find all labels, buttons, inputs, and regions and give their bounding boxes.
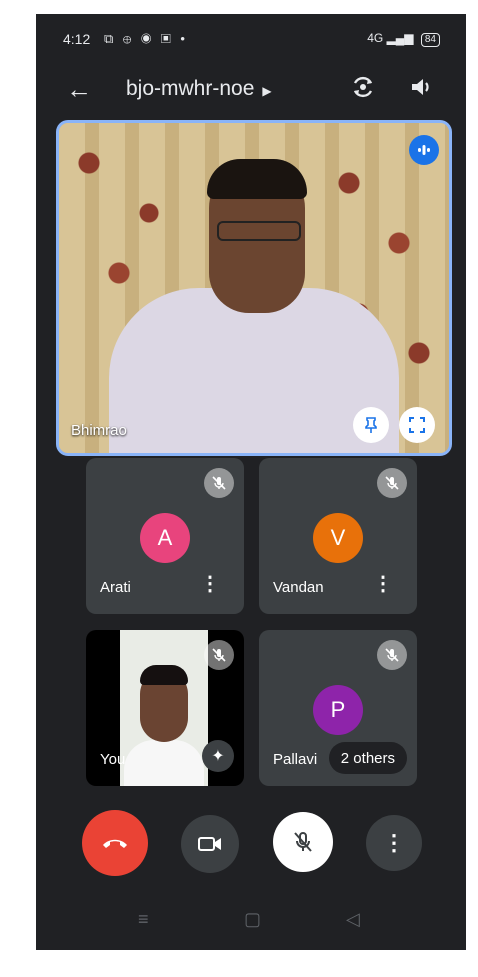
recents-icon[interactable]: ≡: [138, 909, 149, 930]
mic-off-icon: [204, 640, 234, 670]
microphone-button[interactable]: [273, 812, 333, 872]
speaker-icon[interactable]: [408, 74, 434, 100]
notification-icons: ⧉ ⊕ ◉ ▣ •: [104, 31, 188, 46]
avatar: P: [313, 685, 363, 735]
speaker-hair: [207, 159, 307, 199]
hang-up-icon: [103, 839, 127, 848]
status-bar: 4:12 ⧉ ⊕ ◉ ▣ • 4G ▂▄▆ 84: [36, 28, 466, 52]
fullscreen-button[interactable]: [399, 407, 435, 443]
back-arrow-icon[interactable]: ←: [66, 74, 92, 105]
participant-name: Vandan: [273, 579, 324, 596]
avatar: V: [313, 513, 363, 563]
mic-off-icon: [294, 832, 312, 852]
speaking-indicator-icon: [409, 135, 439, 165]
more-options-icon[interactable]: ⋮: [200, 571, 220, 596]
switch-camera-icon[interactable]: [350, 74, 376, 100]
network-label: 4G: [367, 31, 384, 45]
mic-off-icon: [377, 640, 407, 670]
participant-tile-arati[interactable]: A Arati ⋮: [86, 458, 244, 614]
end-call-button[interactable]: [82, 810, 148, 876]
participant-name: Pallavi: [273, 751, 318, 768]
fullscreen-icon: [409, 417, 425, 433]
meeting-code: bjo-mwhr-noe: [126, 77, 255, 100]
signal-icon: ▂▄▆: [386, 31, 414, 45]
avatar: A: [140, 513, 190, 563]
main-speaker-tile[interactable]: Bhimrao: [56, 120, 452, 456]
back-icon[interactable]: ◁: [346, 909, 360, 930]
more-options-button[interactable]: ⋮: [366, 815, 422, 871]
participant-name: You: [100, 751, 126, 768]
status-time: 4:12: [63, 31, 91, 47]
meeting-title[interactable]: bjo-mwhr-noe ▶: [126, 77, 272, 101]
self-shirt: [124, 740, 204, 786]
call-controls: ⋮: [36, 810, 466, 880]
pin-button[interactable]: [353, 407, 389, 443]
battery-icon: 84: [420, 33, 440, 47]
video-camera-icon: [198, 837, 221, 851]
main-speaker-name: Bhimrao: [71, 422, 127, 439]
status-right: 4G ▂▄▆ 84: [367, 31, 440, 47]
home-icon[interactable]: ▢: [244, 909, 261, 930]
pin-icon: [365, 417, 377, 433]
mic-off-icon: [204, 468, 234, 498]
system-nav-bar: ≡ ▢ ◁: [36, 909, 466, 939]
effects-sparkle-icon[interactable]: ✦: [202, 740, 234, 772]
mic-off-icon: [377, 468, 407, 498]
participant-tile-vandan[interactable]: V Vandan ⋮: [259, 458, 417, 614]
participant-name: Arati: [100, 579, 131, 596]
more-options-icon[interactable]: ⋮: [373, 571, 393, 596]
participant-tile-pallavi[interactable]: P Pallavi 2 others: [259, 630, 417, 786]
self-video: [120, 630, 208, 786]
caret-right-icon: ▶: [262, 84, 272, 98]
others-count-badge[interactable]: 2 others: [328, 742, 407, 774]
camera-button[interactable]: [181, 815, 239, 873]
phone-screen: 4:12 ⧉ ⊕ ◉ ▣ • 4G ▂▄▆ 84 ← bjo-mwhr-noe ▶: [36, 14, 466, 950]
self-hair: [140, 665, 188, 685]
speaker-glasses: [217, 221, 301, 241]
app-bar: ← bjo-mwhr-noe ▶: [36, 72, 466, 112]
self-view-tile[interactable]: You ✦: [86, 630, 244, 786]
